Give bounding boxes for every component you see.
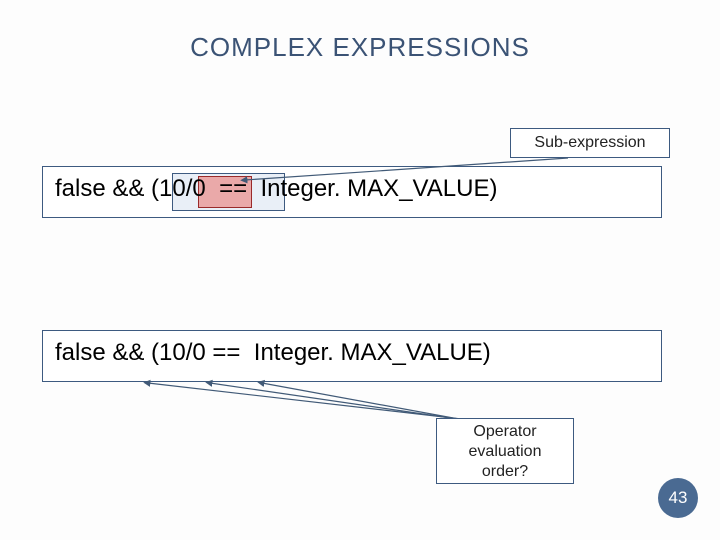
expression-2-text: false && (10/0 == Integer. MAX_VALUE) [55,339,491,367]
slide: COMPLEX EXPRESSIONS Sub-expression false… [0,0,720,540]
slide-title: COMPLEX EXPRESSIONS [0,32,720,63]
arrows-svg [0,0,720,540]
callout-subexpression: Sub-expression [510,128,670,158]
callout-op-line1: Operator [437,422,573,442]
callout-op-line2: evaluation [437,442,573,462]
page-number-badge: 43 [658,478,698,518]
callout-op-line3: order? [437,462,573,482]
expression-1-text: false && (10/0 == Integer. MAX_VALUE) [55,175,497,203]
expression-box-1: false && (10/0 == Integer. MAX_VALUE) [42,166,662,218]
callout-operator-order: Operator evaluation order? [436,418,574,484]
expression-box-2: false && (10/0 == Integer. MAX_VALUE) [42,330,662,382]
